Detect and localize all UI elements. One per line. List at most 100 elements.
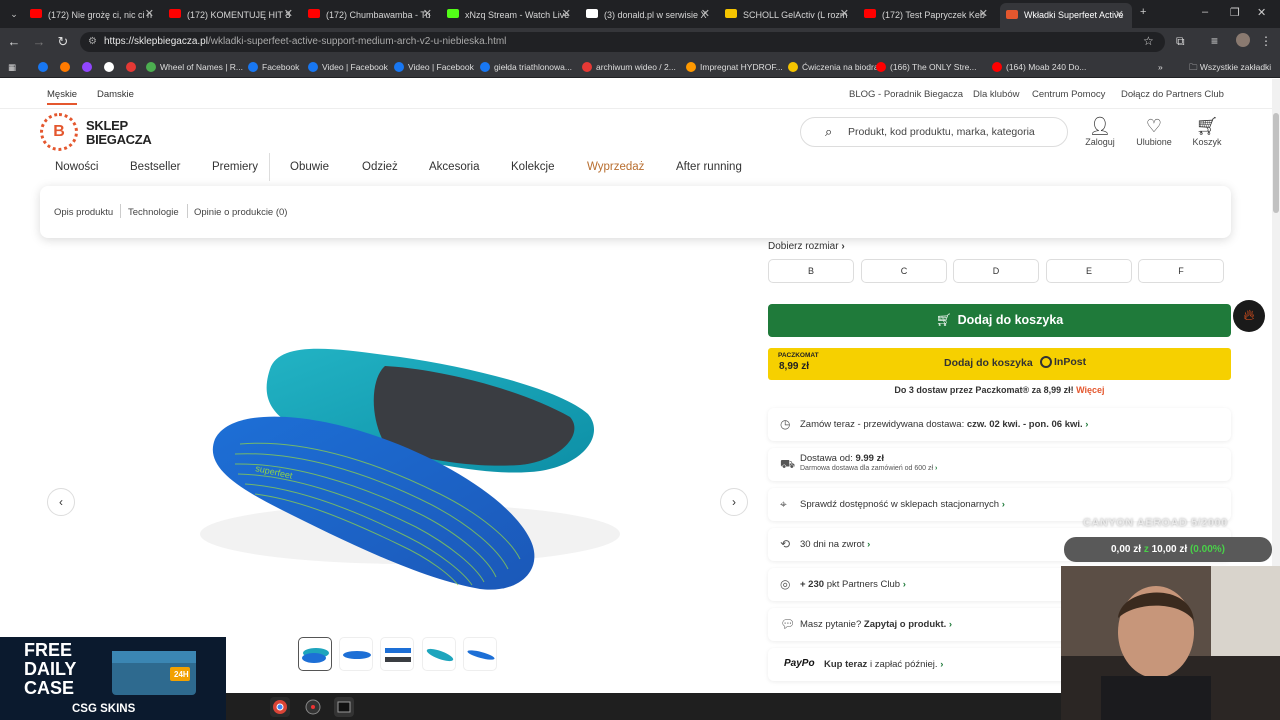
bookmark-item[interactable]: Ćwiczenia na biodra...	[788, 60, 886, 74]
thumbnail-4[interactable]	[422, 637, 456, 671]
size-option-b[interactable]: B	[768, 259, 854, 283]
shipping-cost-row[interactable]: ⛟ Dostawa od: 9.99 zł Darmowa dostawa dl…	[768, 448, 1231, 481]
bookmark-item[interactable]	[104, 60, 118, 74]
bookmark-item[interactable]	[126, 60, 140, 74]
gallery-next-button[interactable]: ›	[720, 488, 748, 516]
bookmark-item[interactable]: giełda triathlonowa...	[480, 60, 572, 74]
restore-icon[interactable]: ❐	[1230, 6, 1240, 19]
back-icon[interactable]: ←	[6, 34, 22, 49]
close-tab-icon[interactable]: ✕	[1115, 3, 1124, 28]
subnav-description[interactable]: Opis produktu	[54, 207, 113, 218]
media-icon[interactable]: ≡	[1211, 34, 1218, 48]
thumbnail-2[interactable]	[339, 637, 373, 671]
browser-tab[interactable]: (172) Chumbawamba - Tu ✕	[308, 4, 436, 24]
subnav-technologies[interactable]: Technologie	[128, 207, 179, 218]
top-link-clubs[interactable]: Dla klubów	[973, 89, 1019, 100]
reload-icon[interactable]: ↻	[55, 34, 71, 50]
obs-taskbar-icon[interactable]	[303, 697, 323, 717]
extensions-icon[interactable]: ⧉	[1176, 34, 1185, 49]
bookmark-item[interactable]: (164) Moab 240 Do...	[992, 60, 1086, 74]
url-bar[interactable]: ⚙ https://sklepbiegacza.pl/wkladki-super…	[80, 32, 1165, 52]
paczkomat-more-link[interactable]: Więcej	[1076, 385, 1104, 395]
size-option-f[interactable]: F	[1138, 259, 1224, 283]
menu-icon[interactable]: ⋮	[1260, 34, 1272, 48]
minimize-icon[interactable]: –	[1202, 6, 1208, 18]
nav-item-bestseller[interactable]: Bestseller	[130, 161, 181, 173]
terminal-taskbar-icon[interactable]	[334, 697, 354, 717]
gallery-prev-button[interactable]: ‹	[47, 488, 75, 516]
close-tab-icon[interactable]: ✕	[284, 4, 293, 24]
thumbnail-3[interactable]	[380, 637, 414, 671]
search-input[interactable]: ⌕ Produkt, kod produktu, marka, kategori…	[800, 117, 1068, 147]
close-window-icon[interactable]: ✕	[1257, 6, 1266, 19]
bookmark-item[interactable]: Wheel of Names | R...	[146, 60, 243, 74]
close-tab-icon[interactable]: ✕	[979, 4, 988, 24]
size-option-d[interactable]: D	[953, 259, 1039, 283]
nav-item-collections[interactable]: Kolekcje	[511, 161, 554, 173]
bookmark-star-icon[interactable]: ☆	[1143, 34, 1154, 48]
bookmark-item[interactable]: (166) The ONLY Stre...	[876, 60, 976, 74]
nav-item-clothing[interactable]: Odzież	[362, 161, 398, 173]
size-option-e[interactable]: E	[1046, 259, 1132, 283]
forward-icon[interactable]: →	[31, 34, 47, 49]
free-case-ad[interactable]: FREE DAILY CASE 24H CSG SKINS	[0, 637, 226, 720]
bookmark-item[interactable]: archiwum wideo / 2...	[582, 60, 676, 74]
bookmark-item[interactable]	[82, 60, 96, 74]
login-button[interactable]: 👤︎ Zaloguj	[1083, 115, 1117, 147]
bookmark-item[interactable]: Facebook	[248, 60, 299, 74]
browser-tab[interactable]: (3) donald.pl w serwisie X ✕	[586, 4, 714, 24]
tab-title: (172) Nie grożę ci, nic ci n	[48, 9, 153, 20]
browser-tab[interactable]: xNzq Stream - Watch Live ✕	[447, 4, 575, 24]
nav-item-accessories[interactable]: Akcesoria	[429, 161, 480, 173]
size-picker-link[interactable]: Dobierz rozmiar ›	[768, 241, 845, 252]
close-tab-icon[interactable]: ✕	[423, 4, 432, 24]
tab-search-icon[interactable]: ⌄	[6, 6, 22, 22]
new-tab-icon[interactable]: +	[1140, 6, 1146, 18]
size-option-c[interactable]: C	[861, 259, 947, 283]
bookmark-item[interactable]: Video | Facebook	[394, 60, 474, 74]
browser-tab[interactable]: Wkładki Superfeet Active ✕	[1000, 3, 1132, 28]
browser-tab[interactable]: SCHOLL GelActiv (L rozm ✕	[725, 4, 853, 24]
site-info-icon[interactable]: ⚙	[88, 32, 97, 52]
fire-icon[interactable]: 🔥︎	[1233, 300, 1265, 332]
partners-points: + 230	[800, 579, 825, 590]
bookmark-item[interactable]	[38, 60, 52, 74]
apps-icon[interactable]: ▦	[8, 60, 16, 74]
inpost-add-to-cart-button[interactable]: PACZKOMAT 8,99 zł Dodaj do koszyka InPos…	[768, 348, 1231, 380]
browser-tab[interactable]: (172) Test Papryczek Keb ✕	[864, 4, 992, 24]
top-link-partners[interactable]: Dołącz do Partners Club	[1121, 89, 1224, 100]
nav-item-premieres[interactable]: Premiery	[212, 161, 258, 173]
close-tab-icon[interactable]: ✕	[145, 4, 154, 24]
delivery-estimate-row[interactable]: ◷ Zamów teraz - przewidywana dostawa: cz…	[768, 408, 1231, 441]
close-tab-icon[interactable]: ✕	[562, 4, 571, 24]
all-bookmarks[interactable]: 🗀 Wszystkie zakładki	[1189, 60, 1271, 74]
browser-tab[interactable]: (172) KOMENTUJĘ HIT 3 L ✕	[169, 4, 297, 24]
top-link-blog[interactable]: BLOG - Poradnik Biegacza	[849, 89, 963, 100]
bookmark-item[interactable]: Impregnat HYDROF...	[686, 60, 783, 74]
thumbnail-1[interactable]	[298, 637, 332, 671]
nav-item-after-running[interactable]: After running	[676, 161, 742, 173]
bookmark-favicon-icon	[308, 61, 318, 72]
site-logo[interactable]: SKLEP BIEGACZA	[40, 113, 160, 153]
nav-item-sale[interactable]: Wyprzedaż	[587, 161, 644, 173]
top-link-help[interactable]: Centrum Pomocy	[1032, 89, 1105, 100]
scrollbar-thumb[interactable]	[1273, 113, 1279, 213]
thumbnail-5[interactable]	[463, 637, 497, 671]
add-to-cart-button[interactable]: 🛒︎ Dodaj do koszyka	[768, 304, 1231, 337]
wishlist-button[interactable]: ♡ Ulubione	[1133, 115, 1175, 147]
subnav-reviews[interactable]: Opinie o produkcie (0)	[194, 207, 287, 218]
gender-tab-women[interactable]: Damskie	[97, 89, 134, 100]
cart-button[interactable]: 🛒︎ Koszyk	[1191, 115, 1223, 147]
chrome-taskbar-icon[interactable]	[270, 697, 290, 717]
bookmark-item[interactable]: Video | Facebook	[308, 60, 388, 74]
bookmark-item[interactable]	[60, 60, 74, 74]
close-tab-icon[interactable]: ✕	[840, 4, 849, 24]
paczkomat-price: 8,99 zł	[779, 361, 810, 372]
gender-tab-men[interactable]: Męskie	[47, 89, 78, 105]
nav-item-new[interactable]: Nowości	[55, 161, 98, 173]
profile-avatar[interactable]	[1236, 33, 1250, 47]
close-tab-icon[interactable]: ✕	[701, 4, 710, 24]
more-bookmarks-icon[interactable]: »	[1158, 60, 1163, 74]
nav-item-shoes[interactable]: Obuwie	[290, 161, 329, 173]
browser-tab[interactable]: (172) Nie grożę ci, nic ci n ✕	[30, 4, 158, 24]
